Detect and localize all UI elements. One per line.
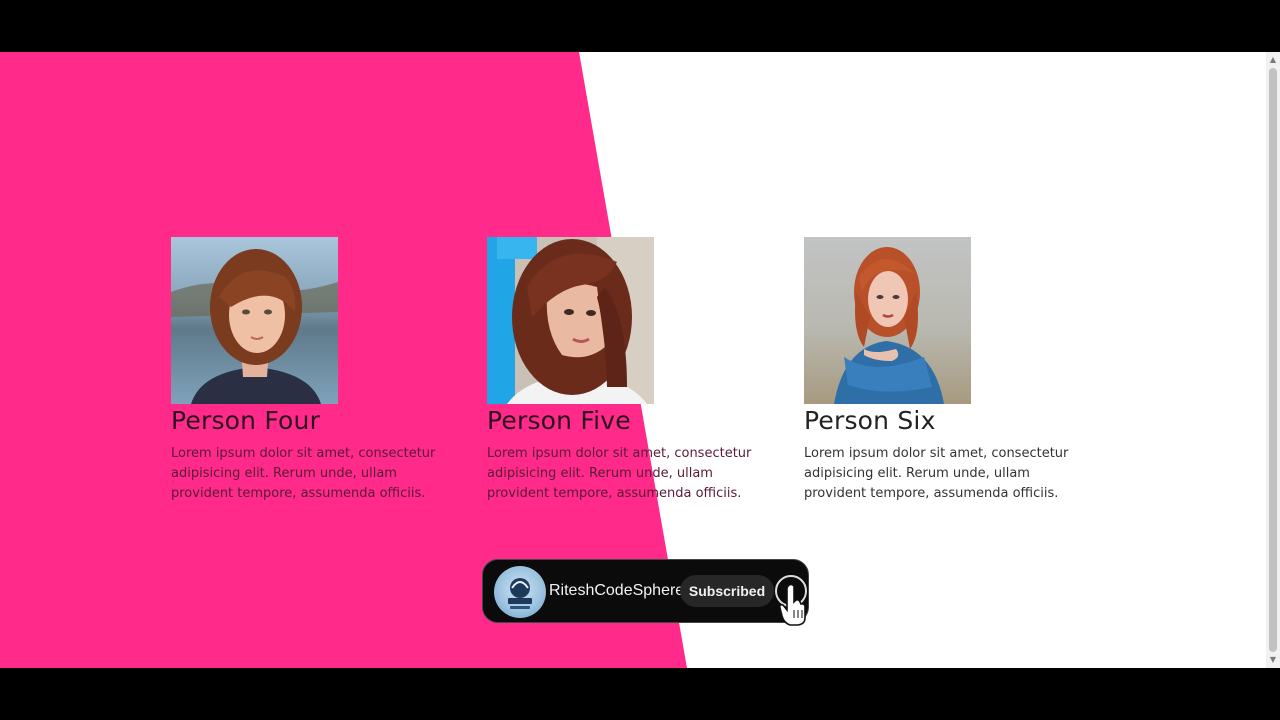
person-name: Person Six bbox=[804, 406, 936, 435]
scroll-down-arrow-icon[interactable]: ▼ bbox=[1266, 654, 1280, 666]
hand-pointer-icon bbox=[779, 583, 806, 626]
subscribe-overlay: RiteshCodeSphere Subscribed bbox=[482, 559, 809, 626]
portrait-photo-icon bbox=[804, 237, 971, 404]
person-card-six: Person Six Lorem ipsum dolor sit amet, c… bbox=[804, 237, 1094, 504]
channel-logo-icon[interactable] bbox=[494, 566, 546, 618]
subscribed-button[interactable]: Subscribed bbox=[680, 575, 774, 607]
person-description: Lorem ipsum dolor sit amet, consectetur … bbox=[171, 446, 436, 501]
person-name: Person Four bbox=[171, 406, 321, 435]
person-card-five: Person Five Lorem ipsum dolor sit amet, … bbox=[487, 237, 777, 504]
webpage-viewport: Person Four Lorem ipsum dolor sit amet, … bbox=[0, 52, 1266, 668]
scrollbar-thumb[interactable] bbox=[1269, 68, 1277, 652]
scroll-up-arrow-icon[interactable]: ▲ bbox=[1266, 54, 1280, 66]
video-frame: Person Four Lorem ipsum dolor sit amet, … bbox=[0, 0, 1280, 720]
portrait-photo-icon bbox=[171, 237, 338, 404]
person-description: Lorem ipsum dolor sit amet, consectetur … bbox=[804, 446, 1069, 501]
channel-name[interactable]: RiteshCodeSphere bbox=[549, 581, 684, 601]
person-card-four: Person Four Lorem ipsum dolor sit amet, … bbox=[171, 237, 461, 504]
portrait-photo-icon bbox=[487, 237, 654, 404]
person-name: Person Five bbox=[487, 406, 631, 435]
vertical-scrollbar[interactable]: ▲ ▼ bbox=[1266, 52, 1280, 668]
person-description: Lorem ipsum dolor sit amet, consectetur … bbox=[487, 446, 752, 501]
